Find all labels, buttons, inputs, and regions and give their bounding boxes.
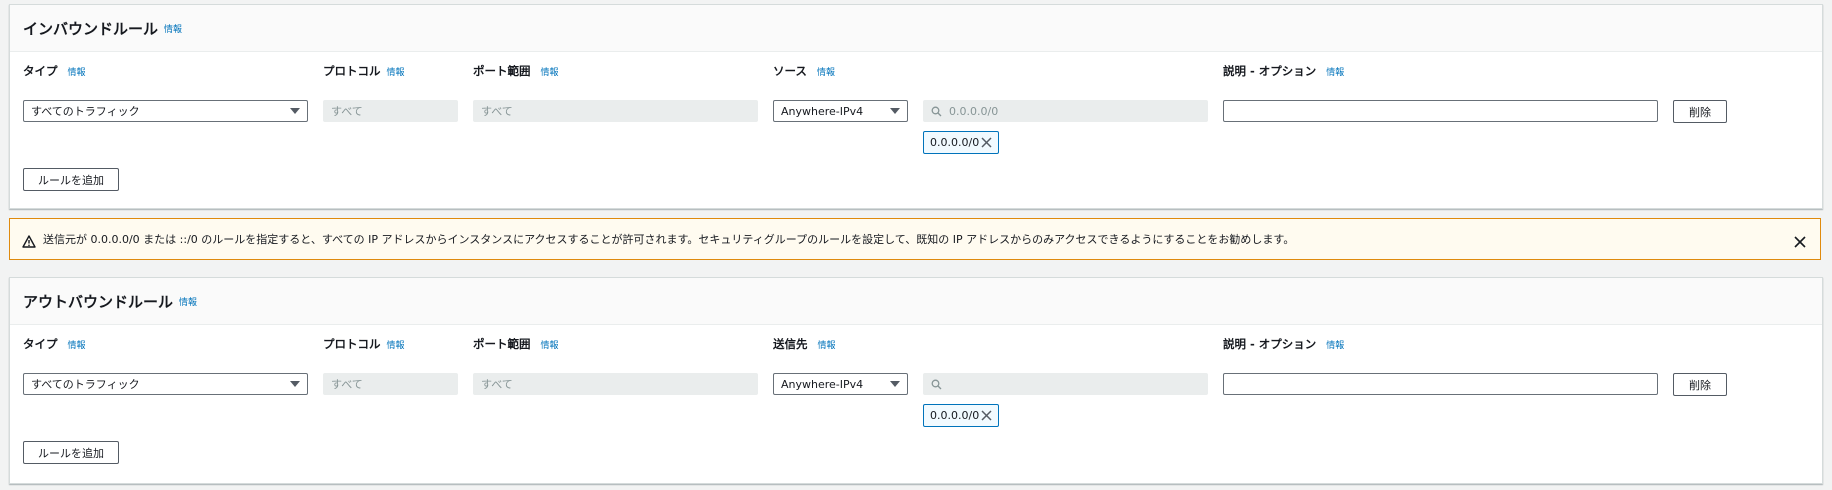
description-info-link[interactable]: 情報 <box>1326 338 1344 351</box>
port-range-label-text: ポート範囲 <box>473 64 531 78</box>
port-range-label-text: ポート範囲 <box>473 337 531 351</box>
close-icon[interactable] <box>980 409 993 422</box>
close-icon[interactable] <box>980 136 993 149</box>
description-info-link[interactable]: 情報 <box>1326 65 1344 78</box>
protocol-input: すべて <box>323 373 458 395</box>
description-label: 説明 - オプション 情報 <box>1223 63 1344 79</box>
description-input[interactable] <box>1223 100 1658 122</box>
source-label-text: ソース <box>773 64 807 78</box>
inbound-rules-panel: インバウンドルール 情報 タイプ 情報 プロトコル 情報 ポート範囲 情報 ソー… <box>9 4 1823 209</box>
cidr-search-input[interactable]: 0.0.0.0/0 <box>923 100 1208 122</box>
type-select-value: すべてのトラフィック <box>31 105 140 118</box>
caret-down-icon <box>290 381 300 387</box>
type-label: タイプ 情報 <box>23 336 86 352</box>
cidr-token-label: 0.0.0.0/0 <box>930 409 980 422</box>
outbound-title: アウトバウンドルール <box>23 292 174 311</box>
close-icon[interactable] <box>1794 233 1806 248</box>
caret-down-icon <box>890 108 900 114</box>
caret-down-icon <box>890 381 900 387</box>
port-range-info-link[interactable]: 情報 <box>541 65 559 78</box>
protocol-info-link[interactable]: 情報 <box>387 65 405 78</box>
source-type-value: Anywhere-IPv4 <box>781 104 864 118</box>
destination-info-link[interactable]: 情報 <box>818 338 836 351</box>
port-range-input: すべて <box>473 100 758 122</box>
delete-rule-label: 削除 <box>1689 105 1711 119</box>
port-range-info-link[interactable]: 情報 <box>541 338 559 351</box>
type-label-text: タイプ <box>23 64 58 78</box>
protocol-label-text: プロトコル <box>323 337 381 351</box>
description-label-text: 説明 - オプション <box>1223 337 1317 351</box>
warning-message: 送信元が 0.0.0.0/0 または ::/0 のルールを指定すると、すべての … <box>43 233 1295 246</box>
port-range-value: すべて <box>481 378 513 391</box>
destination-label-text: 送信先 <box>773 337 808 351</box>
cidr-search-placeholder: 0.0.0.0/0 <box>949 104 999 118</box>
port-range-label: ポート範囲 情報 <box>473 336 559 352</box>
destination-type-select[interactable]: Anywhere-IPv4 <box>773 373 908 395</box>
cidr-token: 0.0.0.0/0 <box>923 404 999 427</box>
add-rule-label: ルールを追加 <box>38 446 104 460</box>
search-icon <box>931 379 942 390</box>
protocol-input: すべて <box>323 100 458 122</box>
inbound-header: インバウンドルール 情報 <box>10 5 1822 52</box>
delete-rule-label: 削除 <box>1689 378 1711 392</box>
destination-type-value: Anywhere-IPv4 <box>781 377 864 391</box>
add-rule-button[interactable]: ルールを追加 <box>23 441 119 464</box>
type-info-link[interactable]: 情報 <box>68 338 86 351</box>
type-select[interactable]: すべてのトラフィック <box>23 373 308 395</box>
port-range-input: すべて <box>473 373 758 395</box>
description-input[interactable] <box>1223 373 1658 395</box>
cidr-token: 0.0.0.0/0 <box>923 131 999 154</box>
description-label-text: 説明 - オプション <box>1223 64 1317 78</box>
port-range-label: ポート範囲 情報 <box>473 63 559 79</box>
type-label-text: タイプ <box>23 337 58 351</box>
protocol-label-text: プロトコル <box>323 64 381 78</box>
port-range-value: すべて <box>481 105 513 118</box>
outbound-header: アウトバウンドルール 情報 <box>10 278 1822 325</box>
caret-down-icon <box>290 108 300 114</box>
warning-alert: 送信元が 0.0.0.0/0 または ::/0 のルールを指定すると、すべての … <box>9 218 1821 260</box>
source-info-link[interactable]: 情報 <box>817 65 835 78</box>
protocol-value: すべて <box>331 378 363 391</box>
outbound-rules-panel: アウトバウンドルール 情報 タイプ 情報 プロトコル 情報 ポート範囲 情報 送… <box>9 277 1823 484</box>
protocol-info-link[interactable]: 情報 <box>387 338 405 351</box>
destination-label: 送信先 情報 <box>773 336 836 352</box>
source-type-select[interactable]: Anywhere-IPv4 <box>773 100 908 122</box>
delete-rule-button[interactable]: 削除 <box>1673 100 1727 123</box>
cidr-search-input[interactable] <box>923 373 1208 395</box>
warning-icon <box>22 233 36 248</box>
add-rule-button[interactable]: ルールを追加 <box>23 168 119 191</box>
search-icon <box>931 106 942 117</box>
inbound-title: インバウンドルール <box>23 19 159 38</box>
protocol-value: すべて <box>331 105 363 118</box>
protocol-label: プロトコル 情報 <box>323 63 405 79</box>
type-info-link[interactable]: 情報 <box>68 65 86 78</box>
inbound-title-info-link[interactable]: 情報 <box>164 22 182 35</box>
source-label: ソース 情報 <box>773 63 835 79</box>
description-label: 説明 - オプション 情報 <box>1223 336 1344 352</box>
type-select[interactable]: すべてのトラフィック <box>23 100 308 122</box>
add-rule-label: ルールを追加 <box>38 173 104 187</box>
delete-rule-button[interactable]: 削除 <box>1673 373 1727 396</box>
outbound-title-info-link[interactable]: 情報 <box>179 295 197 308</box>
cidr-token-label: 0.0.0.0/0 <box>930 136 980 149</box>
protocol-label: プロトコル 情報 <box>323 336 405 352</box>
type-label: タイプ 情報 <box>23 63 86 79</box>
type-select-value: すべてのトラフィック <box>31 378 140 391</box>
